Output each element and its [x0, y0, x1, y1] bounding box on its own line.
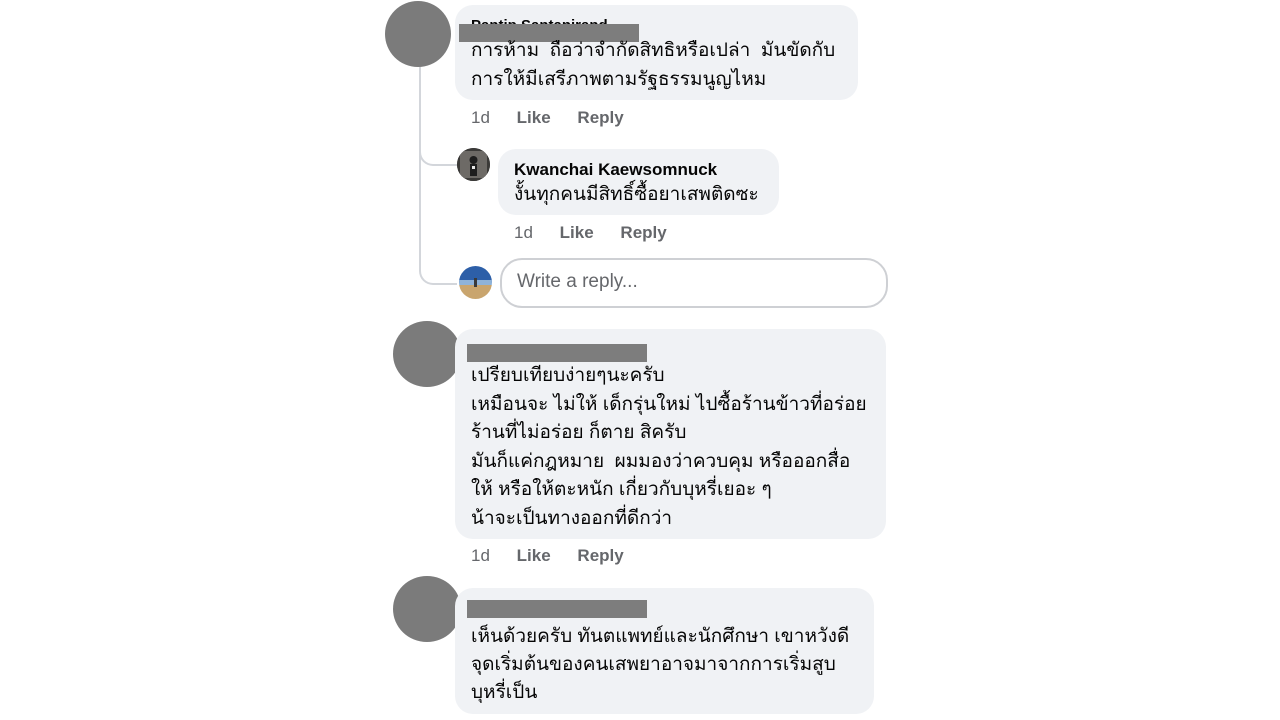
reply-input[interactable]: Write a reply... — [500, 258, 888, 308]
avatar[interactable] — [393, 576, 461, 642]
name-redaction — [467, 344, 647, 362]
thread-connector-input — [419, 200, 457, 285]
comment-line: งั้นทุกคนมีสิทธิ์ซื้อยาเสพติดซะ — [514, 184, 759, 205]
timestamp[interactable]: 1d — [514, 223, 533, 243]
comment-line: การให้มีเสรีภาพตามรัฐธรรมนูญไหม — [471, 69, 767, 90]
timestamp[interactable]: 1d — [471, 546, 490, 566]
current-user-avatar[interactable] — [459, 266, 492, 299]
comment-author[interactable]: Kwanchai Kaewsomnuck — [514, 160, 717, 180]
comment-line: การห้าม ถือว่าจำกัดสิทธิหรือเปล่า มันขัด… — [471, 40, 836, 61]
reply-button[interactable]: Reply — [577, 108, 623, 128]
like-button[interactable]: Like — [517, 108, 551, 128]
comment-line: น้าจะเป็นทางออกที่ดีกว่า — [471, 508, 673, 529]
comment-line: เห็นด้วยครับ ทันตแพทย์และนักศึกษา เขาหวั… — [471, 626, 850, 647]
comment-line: บุหรี่เป็น — [471, 682, 538, 703]
comment-line: ร้านที่ไม่อร่อย ก็ตาย สิครับ — [471, 422, 687, 443]
comment-line: มันก็แค่กฎหมาย ผมมองว่าควบคุม หรือออกสื่… — [471, 451, 851, 472]
comment-line: ให้ หรือให้ตะหนัก เกี่ยวกับบุหรี่เยอะ ๆ — [471, 479, 772, 500]
timestamp[interactable]: 1d — [471, 108, 490, 128]
comment-line: เหมือนจะ ไม่ให้ เด็กรุ่นใหม่ ไปซื้อร้านข… — [471, 394, 867, 415]
avatar-photo-icon — [459, 266, 492, 299]
comment-actions: 1d Like Reply — [471, 546, 646, 566]
thread-connector-reply — [419, 140, 457, 166]
comment-line: จุดเริ่มต้นของคนเสพยาอาจมาจากการเริ่มสูบ — [471, 654, 836, 675]
avatar[interactable] — [393, 321, 461, 387]
comment-actions: 1d Like Reply — [514, 223, 689, 243]
reply-button[interactable]: Reply — [620, 223, 666, 243]
like-button[interactable]: Like — [560, 223, 594, 243]
like-button[interactable]: Like — [517, 546, 551, 566]
avatar[interactable] — [385, 1, 451, 67]
avatar-photo-icon — [457, 148, 490, 181]
reply-button[interactable]: Reply — [577, 546, 623, 566]
avatar[interactable] — [457, 148, 490, 181]
comment-line: เปรียบเทียบง่ายๆนะครับ — [471, 365, 665, 386]
comment-actions: 1d Like Reply — [471, 108, 646, 128]
thread-line — [419, 66, 421, 206]
name-redaction — [467, 600, 647, 618]
